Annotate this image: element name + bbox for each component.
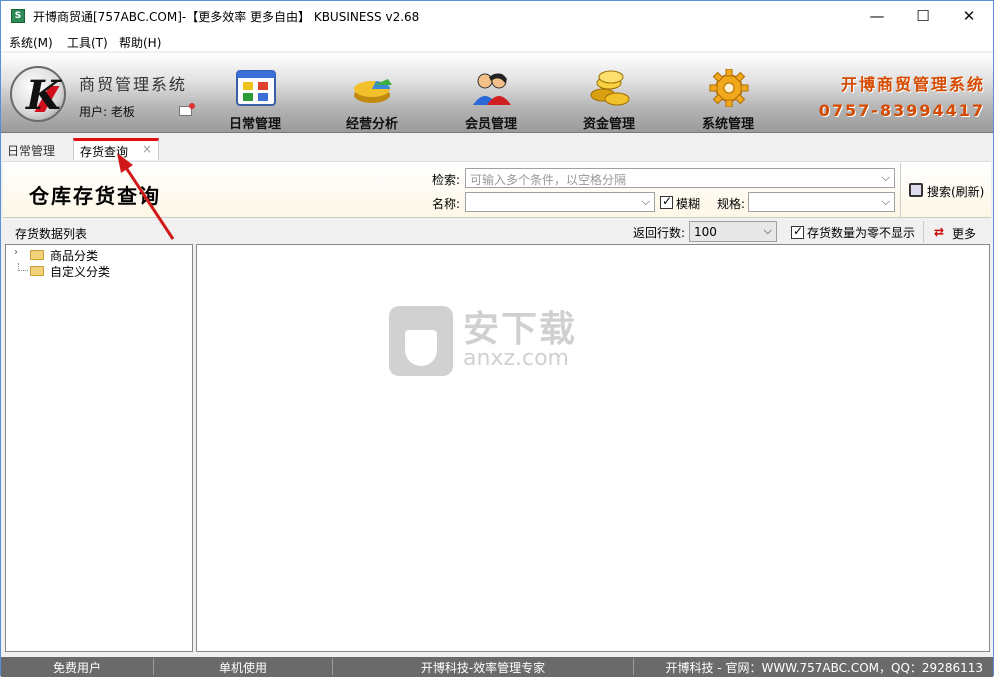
nav-member-management[interactable]: 会员管理 xyxy=(441,65,541,132)
header-banner: K 商贸管理系统 用户: 老板 日常管理 经营分析 会员管理 资金管理 系统管理… xyxy=(1,53,993,133)
menu-help[interactable]: 帮助(H) xyxy=(119,34,161,51)
business-analysis-icon xyxy=(354,79,392,103)
watermark-text: 安下载 xyxy=(463,309,578,350)
spec-combo[interactable]: ⌵ xyxy=(748,192,895,212)
daily-management-icon xyxy=(236,70,276,106)
current-user: 用户: 老板 xyxy=(79,105,135,119)
status-bar: 免费用户 单机使用 开博科技-效率管理专家 开博科技 - 官网：WWW.757A… xyxy=(1,657,993,677)
nav-label: 会员管理 xyxy=(464,117,517,132)
brand-name: 开博商贸管理系统 xyxy=(840,75,985,94)
tab-daily-management[interactable]: 日常管理 xyxy=(7,142,55,159)
spec-label: 规格: xyxy=(717,197,746,211)
title-bar[interactable]: S 开博商贸通[757ABC.COM]-【更多效率 更多自由】 KBUSINES… xyxy=(1,1,993,31)
search-placeholder: 可输入多个条件，以空格分隔 xyxy=(470,173,627,187)
fuzzy-label: 模糊 xyxy=(676,197,701,211)
name-combo[interactable]: ⌵ xyxy=(465,192,655,212)
status-user-type: 免费用户 xyxy=(52,661,101,675)
status-slogan: 开博科技-效率管理专家 xyxy=(420,661,546,675)
search-icon xyxy=(909,183,923,197)
more-button-label: 更多 xyxy=(952,227,977,241)
nav-label: 经营分析 xyxy=(345,117,398,132)
close-button[interactable]: ✕ xyxy=(946,1,992,31)
folder-icon xyxy=(30,250,44,260)
search-button-label: 搜索(刷新) xyxy=(927,185,985,199)
brand-block: 开博商贸管理系统 0757-83994417 xyxy=(819,71,985,120)
tree-item-custom-category[interactable]: 自定义分类 xyxy=(6,263,186,279)
watermark-domain: anxz.com xyxy=(463,346,569,371)
rows-value: 100 xyxy=(694,225,717,239)
nav-daily-management[interactable]: 日常管理 xyxy=(205,65,305,132)
brand-phone: 0757-83994417 xyxy=(818,101,985,120)
rows-select[interactable]: 100 ⌵ xyxy=(689,221,777,242)
chevron-down-icon[interactable]: ⌵ xyxy=(642,195,650,209)
minimize-button[interactable]: — xyxy=(854,1,900,31)
nav-fund-management[interactable]: 资金管理 xyxy=(559,65,659,132)
hide-zero-checkbox[interactable]: ✓ xyxy=(791,224,804,239)
search-refresh-button[interactable]: 搜索(刷新) xyxy=(900,163,990,217)
rows-label: 返回行数: xyxy=(633,226,686,240)
watermark-bag-icon xyxy=(389,306,453,376)
list-title: 存货数据列表 xyxy=(15,227,88,241)
chevron-down-icon[interactable]: ⌵ xyxy=(882,195,890,209)
more-button[interactable]: ⇄ 更多 xyxy=(923,221,989,243)
member-management-icon xyxy=(473,73,511,105)
tree-item-product-category[interactable]: › 商品分类 xyxy=(6,247,186,263)
nav-label: 系统管理 xyxy=(701,117,754,132)
chevron-down-icon[interactable]: ⌵ xyxy=(882,171,890,185)
status-site: 开博科技 - 官网：WWW.757ABC.COM，QQ：29286113 xyxy=(665,661,983,675)
system-name: 商贸管理系统 xyxy=(79,75,188,94)
search-label: 检索: xyxy=(432,173,461,187)
fuzzy-checkbox[interactable]: ✓ xyxy=(660,194,673,209)
nav-business-analysis[interactable]: 经营分析 xyxy=(322,65,422,132)
window-title: 开博商贸通[757ABC.COM]-【更多效率 更多自由】 KBUSINESS … xyxy=(33,10,420,24)
more-icon: ⇄ xyxy=(934,225,945,239)
nav-label: 日常管理 xyxy=(228,117,281,132)
tree-label: 商品分类 xyxy=(50,249,99,263)
notification-dot xyxy=(189,103,195,109)
annotation-arrow xyxy=(117,153,175,240)
status-mode: 单机使用 xyxy=(218,661,267,675)
name-label: 名称: xyxy=(432,197,461,211)
app-icon: S xyxy=(11,9,25,23)
hide-zero-label: 存货数量为零不显示 xyxy=(807,226,916,240)
app-window: S 开博商贸通[757ABC.COM]-【更多效率 更多自由】 KBUSINES… xyxy=(0,0,994,677)
tree-label: 自定义分类 xyxy=(50,265,111,279)
nav-label: 资金管理 xyxy=(582,117,635,132)
watermark: 安下载 anxz.com xyxy=(389,298,609,378)
search-input[interactable]: 可输入多个条件，以空格分隔 ⌵ xyxy=(465,168,895,188)
maximize-button[interactable]: ☐ xyxy=(900,1,946,31)
menu-system[interactable]: 系统(M) xyxy=(9,34,53,51)
company-logo: K xyxy=(10,66,66,122)
chevron-down-icon[interactable]: ⌵ xyxy=(764,224,772,238)
category-tree: › 商品分类 自定义分类 xyxy=(5,244,193,652)
menu-tools[interactable]: 工具(T) xyxy=(67,34,108,51)
fund-management-icon xyxy=(590,70,630,106)
chevron-right-icon[interactable]: › xyxy=(14,247,18,258)
menu-bar: 系统(M) 工具(T) 帮助(H) xyxy=(1,31,993,51)
system-management-icon xyxy=(709,69,749,107)
nav-system-management[interactable]: 系统管理 xyxy=(678,65,778,132)
folder-icon xyxy=(30,266,44,276)
